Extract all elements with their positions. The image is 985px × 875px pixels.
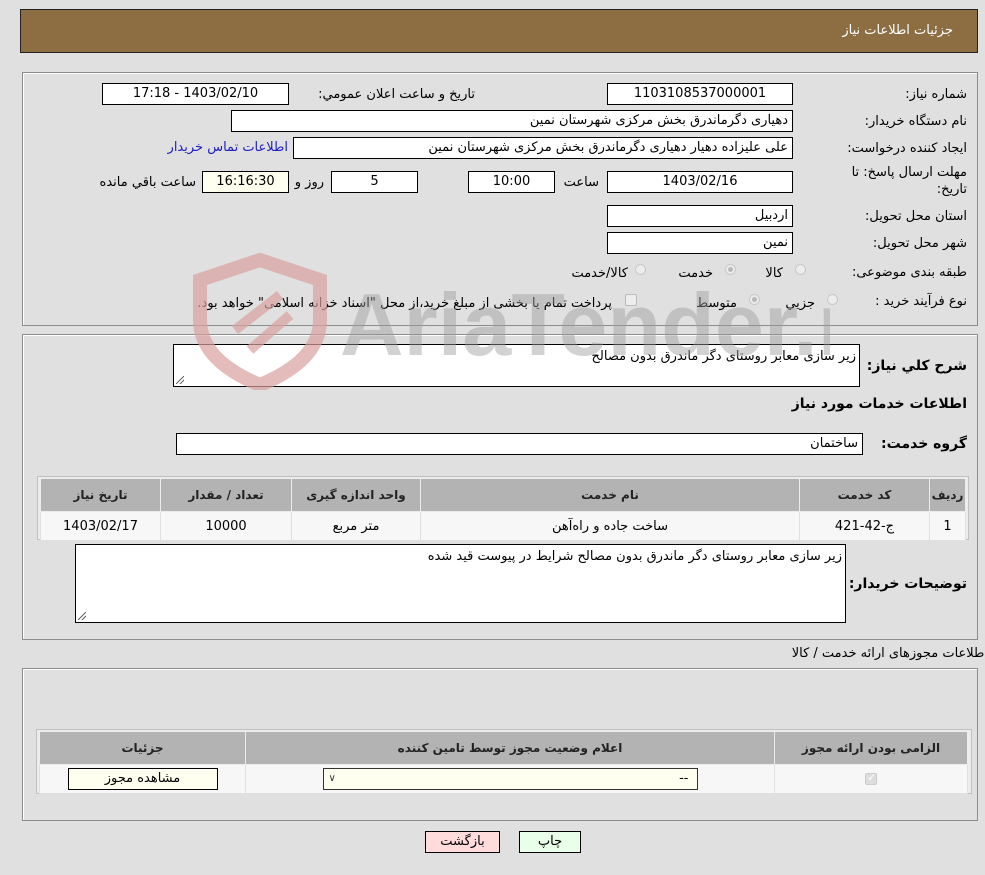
cell-row: 1	[929, 511, 966, 541]
city-field: نمین	[607, 232, 793, 254]
need-number-label: شماره نیاز:	[905, 87, 967, 102]
buyer-notes-textarea[interactable]: زیر سازی معابر روستای دگر ماندرق بدون مص…	[75, 544, 846, 623]
services-table: ردیف کد خدمت نام خدمت واحد اندازه گیری ت…	[40, 478, 966, 541]
col-need-date: تاریخ نیاز	[40, 478, 161, 512]
cell-quantity: 10000	[160, 511, 292, 541]
buyer-org-label: نام دستگاه خریدار:	[864, 114, 967, 129]
permits-table-header: الزامی بودن ارائه مجوز اعلام وضعیت مجوز …	[39, 731, 968, 765]
col-service-name: نام خدمت	[420, 478, 800, 512]
process-option-minor: جزیي	[785, 296, 815, 311]
permits-table: الزامی بودن ارائه مجوز اعلام وضعیت مجوز …	[39, 731, 968, 794]
table-row: ✓ -- ∨ مشاهده مجوز	[39, 764, 968, 794]
creator-label: ایجاد کننده درخواست:	[847, 141, 967, 156]
remaining-label: ساعت باقي مانده	[99, 175, 196, 190]
time-label: ساعت	[563, 175, 599, 190]
process-label: نوع فرآیند خرید :	[875, 294, 967, 309]
category-radio-service[interactable]	[725, 264, 736, 275]
process-radio-minor[interactable]	[827, 294, 838, 305]
category-radio-goods-service[interactable]	[635, 264, 646, 275]
cell-permit-status: -- ∨	[245, 764, 775, 794]
cell-service-name: ساخت جاده و راه‌آهن	[420, 511, 800, 541]
cell-service-code: ج-42-421	[799, 511, 930, 541]
permit-status-select[interactable]: -- ∨	[322, 768, 698, 790]
col-unit: واحد اندازه گیری	[291, 478, 421, 512]
table-row: 1 ج-42-421 ساخت جاده و راه‌آهن متر مربع …	[40, 511, 966, 541]
creator-field: علی علیزاده دهیار دهیاری دگرماندرق بخش م…	[293, 137, 793, 159]
description-label: شرح کلي نیاز:	[866, 358, 967, 374]
col-permit-required: الزامی بودن ارائه مجوز	[774, 731, 968, 765]
deadline-date-field: 1403/02/16	[607, 171, 793, 193]
description-textarea[interactable]: زیر سازی معابر روستای دگر ماندرق بدون مص…	[173, 344, 860, 387]
page-header: جزئیات اطلاعات نیاز	[20, 9, 978, 53]
province-field: اردبیل	[607, 205, 793, 227]
buyer-notes-label: توضیحات خریدار:	[848, 576, 967, 592]
description-text: زیر سازی معابر روستای دگر ماندرق بدون مص…	[591, 349, 857, 364]
need-number-field: 1103108537000001	[607, 83, 793, 105]
category-option-service: خدمت	[678, 266, 713, 281]
days-field: 5	[331, 171, 418, 193]
chevron-down-icon: ∨	[328, 773, 336, 784]
page-title: جزئیات اطلاعات نیاز	[842, 23, 953, 38]
treasury-note: پرداخت تمام یا بخشی از مبلغ خرید،از محل …	[197, 296, 612, 311]
back-button[interactable]: بازگشت	[425, 831, 500, 853]
permits-title: اطلاعات مجوزهای ارائه خدمت / کالا	[791, 646, 985, 661]
check-icon: ✓	[867, 771, 877, 784]
remaining-time-field: 16:16:30	[202, 171, 289, 193]
buyer-notes-text: زیر سازی معابر روستای دگر ماندرق بدون مص…	[427, 549, 842, 564]
cell-permit-required: ✓	[774, 764, 968, 794]
view-permit-button[interactable]: مشاهده مجوز	[67, 768, 218, 790]
treasury-checkbox[interactable]	[625, 294, 637, 306]
services-table-header: ردیف کد خدمت نام خدمت واحد اندازه گیری ت…	[40, 478, 966, 512]
cell-permit-details: مشاهده مجوز	[39, 764, 246, 794]
buyer-contact-link[interactable]: اطلاعات تماس خریدار	[168, 140, 288, 155]
permit-required-checkbox[interactable]: ✓	[865, 771, 877, 785]
permit-status-value: --	[679, 771, 689, 786]
col-permit-status: اعلام وضعیت مجوز توسط تامین کننده	[245, 731, 775, 765]
deadline-time-field: 10:00	[468, 171, 555, 193]
col-service-code: کد خدمت	[799, 478, 930, 512]
days-label: روز و	[294, 175, 324, 190]
col-quantity: تعداد / مقدار	[160, 478, 292, 512]
print-button[interactable]: چاپ	[519, 831, 581, 853]
buyer-org-field: دهیاری دگرماندرق بخش مرکزی شهرستان نمین	[231, 110, 793, 132]
resize-handle-icon[interactable]	[176, 376, 184, 384]
category-radio-goods[interactable]	[795, 264, 806, 275]
city-label: شهر محل تحویل:	[872, 236, 967, 251]
service-group-label: گروه خدمت:	[881, 436, 967, 452]
announce-label: تاریخ و ساعت اعلان عمومي:	[318, 87, 475, 102]
province-label: استان محل تحویل:	[865, 209, 967, 224]
resize-handle-icon[interactable]	[78, 612, 86, 620]
service-group-field: ساختمان	[176, 433, 863, 455]
services-section-title: اطلاعات خدمات مورد نیاز	[791, 396, 967, 412]
col-permit-details: جزئیات	[39, 731, 246, 765]
announce-field: 1403/02/10 - 17:18	[102, 83, 289, 105]
category-option-goods-service: کالا/خدمت	[571, 266, 628, 281]
deadline-label: مهلت ارسال پاسخ: تا تاریخ:	[851, 165, 967, 197]
category-label: طبقه بندی موضوعی:	[851, 265, 967, 280]
cell-unit: متر مربع	[291, 511, 421, 541]
process-option-medium: متوسط	[696, 296, 737, 311]
process-radio-medium[interactable]	[749, 294, 760, 305]
category-option-goods: کالا	[765, 266, 783, 281]
col-row: ردیف	[929, 478, 966, 512]
cell-need-date: 1403/02/17	[40, 511, 161, 541]
